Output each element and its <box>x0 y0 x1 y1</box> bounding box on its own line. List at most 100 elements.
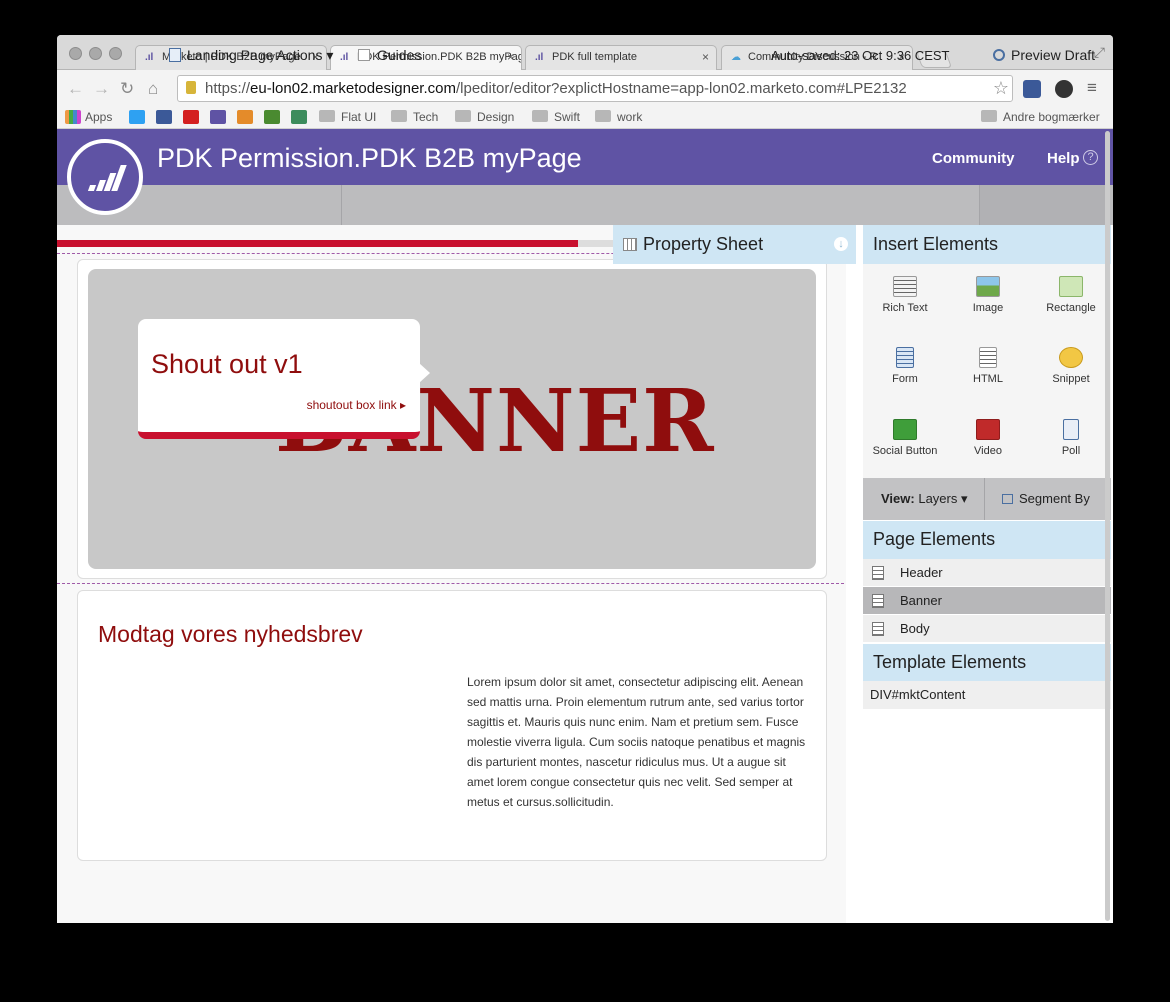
close-window-button[interactable] <box>69 47 82 60</box>
form-icon <box>896 347 914 368</box>
youtube-icon[interactable] <box>183 110 199 124</box>
zoom-window-button[interactable] <box>109 47 122 60</box>
folder-icon <box>319 110 335 122</box>
preview-draft-label: Preview Draft <box>1011 47 1096 63</box>
menu-icon[interactable]: ≡ <box>1087 78 1097 98</box>
cloud-icon: ☁ <box>731 52 741 63</box>
rich-text-icon <box>893 276 917 297</box>
segment-icon <box>1002 494 1013 504</box>
folder-icon <box>391 110 407 122</box>
guides-toggle[interactable]: Guides <box>358 47 421 63</box>
divider <box>341 185 342 225</box>
fullscreen-icon[interactable]: ⤢ <box>1094 44 1105 61</box>
expand-arrow-icon[interactable]: ↓ <box>834 237 848 251</box>
folder-label: Swift <box>554 110 581 124</box>
close-icon[interactable]: × <box>507 50 514 64</box>
segment-by-button[interactable]: Segment By <box>1002 491 1090 506</box>
page-element-label: Banner <box>900 593 942 608</box>
insert-item-label: HTML <box>973 373 1003 385</box>
url-host: eu-lon02.marketodesigner.com <box>250 80 456 97</box>
element-icon <box>872 594 884 608</box>
forward-icon[interactable]: → <box>93 79 110 99</box>
insert-social-button[interactable]: Social Button <box>864 419 946 457</box>
facebook-icon[interactable] <box>156 110 172 124</box>
bookmarks-bar: Apps Flat UI Tech Design Swift work Andr… <box>57 106 1113 129</box>
help-link[interactable]: Help <box>1047 150 1080 167</box>
reload-icon[interactable]: ↻ <box>120 79 134 99</box>
insert-rich-text[interactable]: Rich Text <box>864 276 946 314</box>
bookmark-other[interactable]: Andre bogmærker <box>981 110 1100 124</box>
bookmark-folder-design[interactable]: Design <box>455 110 514 124</box>
preview-draft-button[interactable]: Preview Draft <box>993 47 1095 63</box>
magnifier-icon <box>993 49 1005 61</box>
bookmark-folder-swift[interactable]: Swift <box>532 110 580 124</box>
browser-window: .ıl Marketo | PDK B2B myPage × .ıl PDK P… <box>57 35 1113 923</box>
bookmark-star-icon[interactable]: ☆ <box>993 78 1009 99</box>
folder-label: work <box>617 110 643 124</box>
twitter-icon[interactable] <box>129 110 145 124</box>
video-icon <box>976 419 1000 440</box>
property-sheet-header[interactable]: Property Sheet ↓ <box>613 225 856 264</box>
shoutout-link[interactable]: shoutout box link ▸ <box>307 398 406 412</box>
insert-elements-header: Insert Elements <box>863 225 1111 264</box>
folder-label: Andre bogmærker <box>1003 110 1100 124</box>
landing-page-actions-label: Landing Page Actions ▾ <box>187 47 334 63</box>
template-element-mktcontent[interactable]: DIV#mktContent <box>863 681 1111 709</box>
marketo-icon[interactable] <box>210 110 226 124</box>
page-element-banner[interactable]: Banner <box>863 587 1111 615</box>
tab-pdk-full-template[interactable]: .ıl PDK full template × <box>525 45 717 70</box>
insert-image[interactable]: Image <box>947 276 1029 314</box>
stackoverflow-icon[interactable] <box>237 110 253 124</box>
url-path: /lpeditor/editor?explictHostname=app-lon… <box>455 80 907 97</box>
bookmark-folder-work[interactable]: work <box>595 110 642 124</box>
scrollbar[interactable] <box>1105 131 1110 921</box>
help-icon[interactable]: ? <box>1083 150 1098 165</box>
bookmark-folder-tech[interactable]: Tech <box>391 110 438 124</box>
preview-area <box>979 185 1105 225</box>
extension-icon[interactable] <box>1055 80 1073 98</box>
folder-icon <box>455 110 471 122</box>
close-icon[interactable]: × <box>702 50 709 64</box>
template-element-label: DIV#mktContent <box>870 687 966 702</box>
page-element-label: Header <box>900 565 943 580</box>
insert-poll[interactable]: Poll <box>1030 419 1112 457</box>
address-bar[interactable]: https://eu-lon02.marketodesigner.com/lpe… <box>177 75 1013 102</box>
pocket-icon[interactable] <box>264 110 280 124</box>
minimize-window-button[interactable] <box>89 47 102 60</box>
apps-icon[interactable] <box>65 110 81 124</box>
url-scheme: https:// <box>205 80 251 97</box>
logo-bars <box>87 165 127 191</box>
header-red-bar <box>57 240 578 247</box>
grid-icon <box>623 238 637 251</box>
insert-form[interactable]: Form <box>864 347 946 385</box>
view-label: View: <box>881 491 915 506</box>
view-layers-dropdown[interactable]: View: Layers ▾ <box>881 491 968 507</box>
marketo-logo[interactable] <box>67 139 143 215</box>
shoutout-title: Shout out v1 <box>151 349 303 379</box>
guides-checkbox[interactable] <box>358 49 370 61</box>
page-element-body[interactable]: Body <box>863 615 1111 643</box>
template-elements-header: Template Elements <box>863 644 1111 682</box>
element-icon <box>872 566 884 580</box>
marketo-icon: .ıl <box>535 52 544 63</box>
insert-rectangle[interactable]: Rectangle <box>1030 276 1112 314</box>
insert-item-label: Snippet <box>1052 373 1090 385</box>
back-icon[interactable]: ← <box>67 79 84 99</box>
landing-page-actions-button[interactable]: Landing Page Actions ▾ <box>169 47 333 64</box>
community-link[interactable]: Community <box>932 150 1015 167</box>
page-element-header[interactable]: Header <box>863 559 1111 587</box>
insert-video[interactable]: Video <box>947 419 1029 457</box>
bookmark-folder-flat-ui[interactable]: Flat UI <box>319 110 376 124</box>
property-sheet-title: Property Sheet <box>643 234 764 254</box>
selection-border <box>57 583 849 584</box>
insert-item-label: Form <box>892 373 918 385</box>
insert-html[interactable]: HTML <box>947 347 1029 385</box>
home-icon[interactable]: ⌂ <box>148 79 158 99</box>
insert-snippet[interactable]: Snippet <box>1030 347 1112 385</box>
facebook-icon[interactable] <box>1023 80 1041 98</box>
book-icon[interactable] <box>291 110 307 124</box>
page-title: PDK Permission.PDK B2B myPage <box>157 143 582 173</box>
shoutout-box[interactable]: Shout out v1 shoutout box link ▸ <box>138 319 430 439</box>
bookmark-apps[interactable]: Apps <box>85 110 112 124</box>
template-elements-title: Template Elements <box>873 652 1027 672</box>
